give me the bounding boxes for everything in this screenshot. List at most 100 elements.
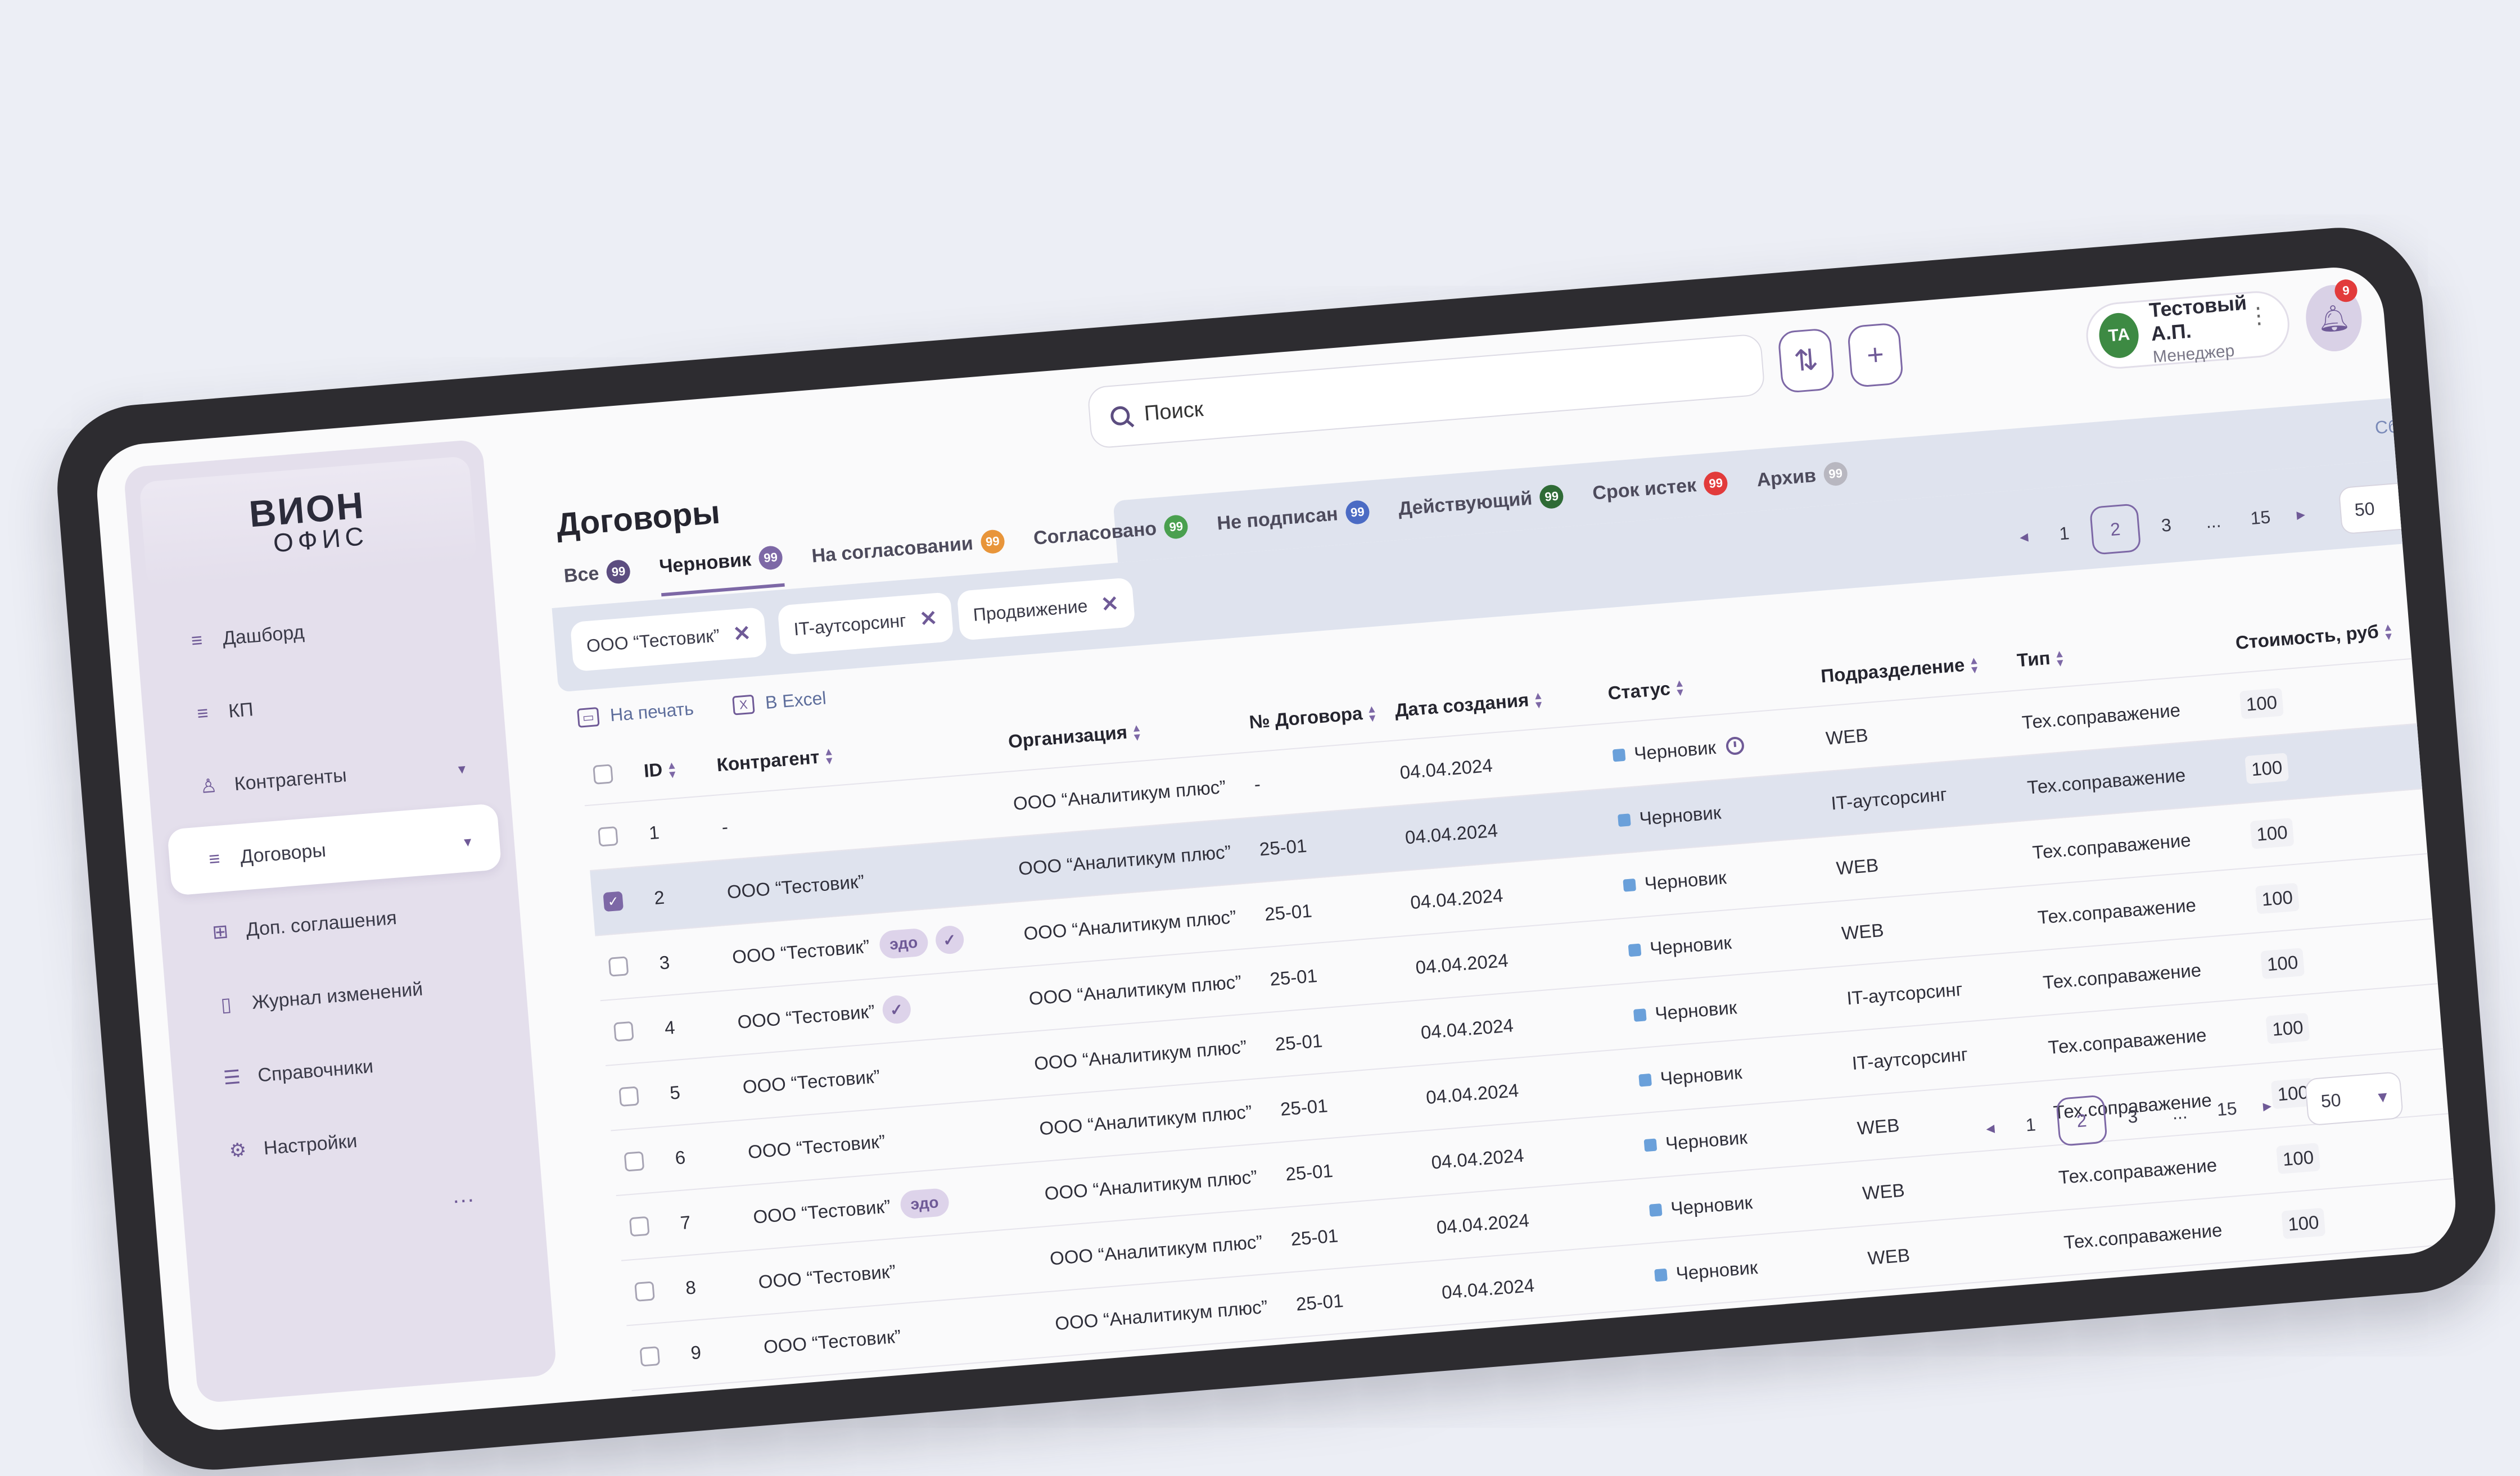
tab-1[interactable]: Черновик 99 <box>657 530 785 597</box>
row-checkbox[interactable] <box>618 1086 639 1107</box>
search-box[interactable] <box>1087 333 1766 450</box>
sort-icon[interactable]: ▴ ▾ <box>2384 621 2392 643</box>
chevron-down-icon[interactable]: ▾ <box>458 760 467 778</box>
col-cost[interactable]: Стоимость, руб ▴ ▾ <box>2235 619 2405 654</box>
sort-icon[interactable]: ▴ ▾ <box>1133 722 1140 744</box>
cost-value: 100 <box>2286 1273 2331 1305</box>
tab-count-badge: 99 <box>1163 514 1189 540</box>
tab-label: Черновик <box>658 548 752 577</box>
row-checkbox-cell <box>618 1214 681 1238</box>
next-page-icon[interactable]: ▸ <box>2250 1094 2285 1117</box>
row-checkbox[interactable] <box>639 1346 661 1367</box>
status-dot-icon <box>1638 1073 1652 1087</box>
filter-chip[interactable]: IT-аутсорсинг ✕ <box>777 592 954 655</box>
prev-page-icon[interactable]: ◂ <box>1973 1117 2008 1139</box>
sort-icon[interactable]: ▴ ▾ <box>825 745 833 767</box>
sidebar: ВИОН ОФИС ≡ Дашборд ≡ КП ♙ Контрагенты ▾ ≡ Догов… <box>123 438 557 1403</box>
add-button[interactable]: + <box>1846 322 1904 388</box>
close-icon[interactable]: ✕ <box>732 620 752 646</box>
per-page-select[interactable]: 50 ▾ <box>2338 479 2437 535</box>
chevron-down-icon[interactable]: ▾ <box>463 833 472 851</box>
cell-type: Тех.соправажение <box>2036 894 2197 928</box>
sort-icon[interactable]: ▴ ▾ <box>1676 677 1683 699</box>
page-button[interactable]: ... <box>2189 509 2238 534</box>
cell-department: WEB <box>1835 854 1880 879</box>
cell-type: Тех.соправажение <box>2063 1219 2223 1253</box>
status-dot-icon <box>1633 1008 1647 1022</box>
col-id[interactable]: ID ▴ ▾ <box>643 754 718 781</box>
row-checkbox-cell <box>613 1149 676 1173</box>
excel-button[interactable]: X В Excel <box>732 687 827 716</box>
counterparty-name: ООО “Тестовик” <box>737 1000 876 1033</box>
row-checkbox[interactable] <box>624 1151 645 1172</box>
prev-page-icon[interactable]: ◂ <box>2006 526 2042 548</box>
cell-counterparty: ООО “Тестовик” ✓ <box>737 985 1030 1036</box>
page-button[interactable]: 15 <box>2236 505 2285 530</box>
cell-counterparty: - <box>721 793 1014 838</box>
user-card[interactable]: ТА Тестовый А.П. Менеджер ⋮ <box>2084 288 2292 372</box>
row-checkbox[interactable] <box>644 1411 666 1432</box>
cell-status: Черновик <box>1638 1053 1853 1091</box>
per-page-value: 50 <box>2320 1089 2342 1111</box>
sort-icon[interactable]: ▴ ▾ <box>1535 690 1542 712</box>
row-checkbox-cell: ✓ <box>591 889 654 913</box>
sort-icon[interactable]: ▴ ▾ <box>669 759 676 781</box>
row-checkbox[interactable] <box>634 1281 655 1302</box>
row-checkbox[interactable]: ✓ <box>603 891 624 912</box>
print-button[interactable]: ▭ На печать <box>576 698 694 728</box>
col-counterparty[interactable]: Контрагент ▴ ▾ <box>716 731 1009 776</box>
cell-counterparty: ООО “Тестовик” <box>757 1248 1050 1293</box>
filter-chip-label: IT-аутсорсинг <box>793 610 907 640</box>
page-button[interactable]: 2 <box>2056 1094 2108 1147</box>
notifications-button[interactable]: 🔔︎ 9 <box>2303 278 2364 354</box>
more-icon[interactable]: ... <box>451 1176 543 1209</box>
per-page-select[interactable]: 50 ▾ <box>2304 1071 2404 1126</box>
filter-chip[interactable]: Продвижение ✕ <box>956 577 1136 641</box>
page-button[interactable]: ... <box>2155 1101 2204 1125</box>
filter-chip[interactable]: ООО “Тестовик” ✕ <box>570 606 767 672</box>
page-button[interactable]: 3 <box>2108 1104 2157 1129</box>
sort-icon[interactable]: ▴ ▾ <box>1971 654 1978 676</box>
next-page-icon[interactable]: ▸ <box>2283 503 2319 526</box>
status-label: Черновик <box>1638 802 1722 829</box>
search-input[interactable] <box>1142 351 1763 427</box>
kebab-menu-icon[interactable]: ⋮ <box>2246 302 2270 329</box>
sort-icon[interactable]: ▴ ▾ <box>2056 648 2063 669</box>
page-button[interactable]: 2 <box>2089 503 2142 555</box>
cell-number: 25-01 <box>1274 1030 1324 1055</box>
tab-0[interactable]: Все 99 <box>562 543 633 604</box>
page-button[interactable]: 1 <box>2040 521 2089 546</box>
page-button[interactable]: 15 <box>2202 1097 2251 1121</box>
status-dot-icon <box>1628 943 1642 957</box>
col-status[interactable]: Статус ▴ ▾ <box>1607 665 1822 704</box>
row-checkbox[interactable] <box>608 956 629 977</box>
tab-7[interactable]: Архив 99 <box>1755 445 1850 509</box>
col-organization[interactable]: Организация ▴ ▾ <box>1008 712 1250 752</box>
col-number[interactable]: № Договора ▴ ▾ <box>1248 700 1396 733</box>
cell-department: IT-аутсорсинг <box>1846 978 1963 1009</box>
col-type[interactable]: Тип ▴ ▾ <box>2016 632 2237 671</box>
cell-id: 4 <box>663 1016 676 1039</box>
col-created[interactable]: Дата создания ▴ ▾ <box>1394 683 1609 721</box>
counterparty-name: ООО “Тестовик” <box>726 871 865 903</box>
avatar: ТА <box>2097 311 2140 360</box>
sidebar-item-label: КП <box>227 698 254 722</box>
check-icon: ✓ <box>934 925 965 956</box>
logo[interactable]: ВИОН ОФИС <box>139 455 477 589</box>
edo-badge: эдо <box>899 1187 950 1220</box>
col-department[interactable]: Подразделение ▴ ▾ <box>1820 650 2018 687</box>
page-button[interactable]: 3 <box>2142 513 2191 537</box>
filter-settings-button[interactable]: ⇅ <box>1777 328 1835 394</box>
sort-icon[interactable]: ▴ ▾ <box>1369 703 1376 725</box>
tab-count-badge: 99 <box>1703 470 1729 496</box>
close-icon[interactable]: ✕ <box>1100 591 1119 617</box>
tab-6[interactable]: Срок истек 99 <box>1591 455 1730 522</box>
row-checkbox[interactable] <box>613 1021 634 1042</box>
cell-organization: ООО “Аналитикум плюс” <box>1017 841 1232 879</box>
select-all-checkbox[interactable] <box>593 764 613 785</box>
page-button[interactable]: 1 <box>2006 1112 2055 1137</box>
tab-count-badge: 99 <box>606 559 631 585</box>
row-checkbox[interactable] <box>629 1216 650 1237</box>
close-icon[interactable]: ✕ <box>919 605 938 632</box>
row-checkbox[interactable] <box>598 826 618 847</box>
